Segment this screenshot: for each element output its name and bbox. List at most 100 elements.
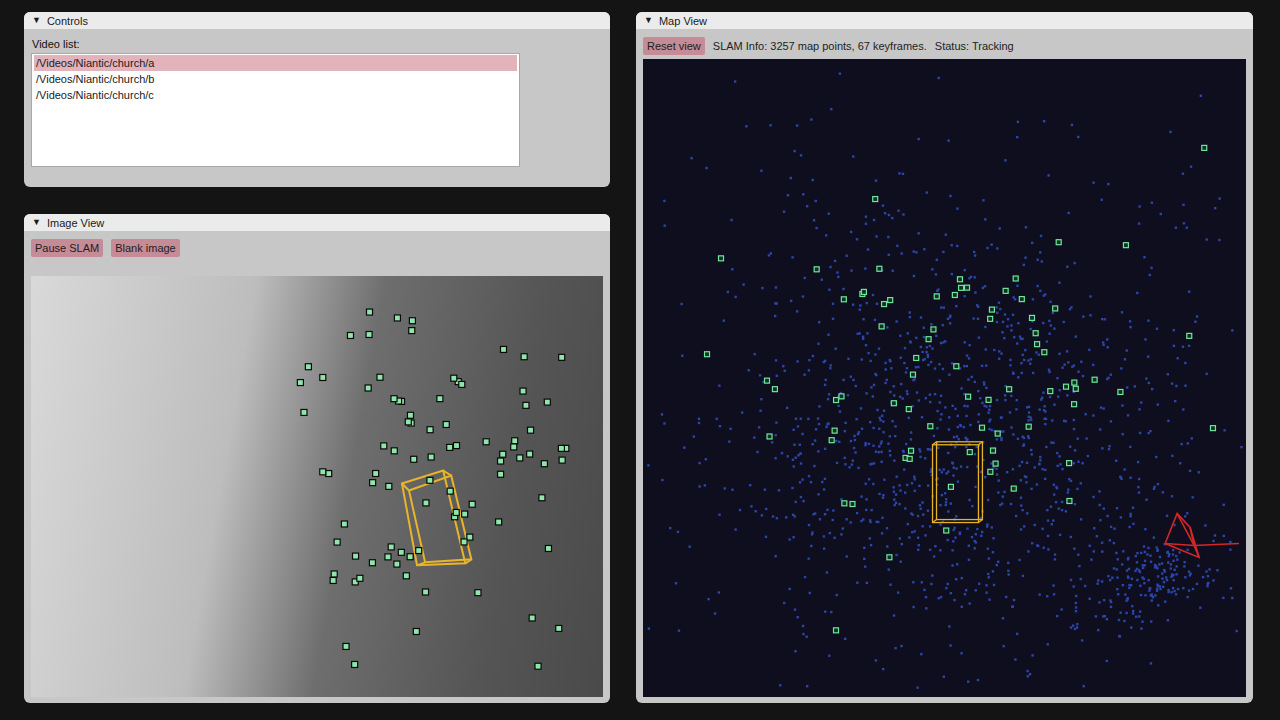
map-point <box>818 321 820 323</box>
map-point <box>926 346 928 348</box>
map-point <box>1023 264 1025 266</box>
map-point <box>1092 496 1094 498</box>
map-point <box>782 365 784 367</box>
map-point <box>808 475 810 477</box>
video-list[interactable]: /Videos/Niantic/church/a/Videos/Niantic/… <box>31 53 520 167</box>
map-point <box>1080 578 1082 580</box>
map-point <box>807 557 809 559</box>
feature-point <box>521 354 527 360</box>
map-point <box>814 512 816 514</box>
map-point <box>850 440 852 442</box>
map-point <box>952 474 954 476</box>
map-point <box>980 535 982 537</box>
map-point <box>1015 408 1017 410</box>
map-point <box>995 306 997 308</box>
toolbar-button[interactable]: Blank image <box>111 239 180 257</box>
map-point <box>1000 352 1002 354</box>
map-point <box>765 508 767 510</box>
map-point <box>1097 579 1099 581</box>
panel-header[interactable]: ▼Controls <box>24 12 610 29</box>
map-point <box>1049 396 1051 398</box>
map-point <box>1052 442 1054 444</box>
map-point <box>1099 504 1101 506</box>
map-point <box>951 462 953 464</box>
panel-header[interactable]: ▼Map View <box>636 12 1253 29</box>
map-point <box>1159 556 1161 558</box>
anchor-box <box>933 442 983 523</box>
map-point <box>1045 446 1047 448</box>
video-list-item[interactable]: /Videos/Niantic/church/c <box>34 87 517 103</box>
map-point <box>781 452 783 454</box>
map-point <box>1073 547 1075 549</box>
feature-point <box>409 318 415 324</box>
map-point <box>965 415 967 417</box>
map-point <box>1021 509 1023 511</box>
map-point <box>895 554 897 556</box>
map-point <box>823 488 825 490</box>
feature-point <box>512 438 518 444</box>
map-point <box>802 625 804 627</box>
map-point <box>917 366 919 368</box>
map-point <box>1007 318 1009 320</box>
map-point <box>698 462 700 464</box>
map-point <box>888 568 890 570</box>
map-point <box>1048 320 1050 322</box>
map-point <box>1087 455 1089 457</box>
map-point <box>1006 325 1008 327</box>
map-point <box>974 453 976 455</box>
map-point <box>1157 575 1159 577</box>
map-point <box>1189 574 1191 576</box>
map-canvas[interactable] <box>643 59 1246 697</box>
map-point <box>825 426 827 428</box>
feature-point <box>386 483 392 489</box>
video-list-item[interactable]: /Videos/Niantic/church/b <box>34 71 517 87</box>
map-point <box>678 629 680 631</box>
left-column: ▼ControlsVideo list:/Videos/Niantic/chur… <box>24 12 610 703</box>
map-point <box>813 465 815 467</box>
map-point <box>1076 488 1078 490</box>
map-point <box>890 367 892 369</box>
map-point <box>1052 584 1054 586</box>
collapse-icon[interactable]: ▼ <box>644 16 653 25</box>
map-point <box>973 547 975 549</box>
map-point <box>946 539 948 541</box>
tracked-point <box>719 256 724 261</box>
map-point <box>1093 527 1095 529</box>
map-toolbar: Reset viewSLAM Info: 3257 map points, 67… <box>643 37 1246 55</box>
reset-view-button[interactable]: Reset view <box>643 37 705 55</box>
map-point <box>796 124 798 126</box>
map-point <box>1013 599 1015 601</box>
map-point <box>887 236 889 238</box>
map-point <box>1082 375 1084 377</box>
app: ▼ControlsVideo list:/Videos/Niantic/chur… <box>0 0 1280 720</box>
tracked-point <box>1072 380 1077 385</box>
map-point <box>1051 419 1053 421</box>
map-point <box>779 684 781 686</box>
video-list-item[interactable]: /Videos/Niantic/church/a <box>34 55 517 71</box>
map-point <box>1116 568 1118 570</box>
collapse-icon[interactable]: ▼ <box>32 16 41 25</box>
map-point <box>1029 416 1031 418</box>
map-point <box>886 326 888 328</box>
panel-header[interactable]: ▼Image View <box>24 214 610 231</box>
feature-point <box>365 385 371 391</box>
map-canvas-frame[interactable] <box>643 59 1246 697</box>
map-point <box>1010 329 1012 331</box>
map-point <box>945 472 947 474</box>
map-point <box>784 370 786 372</box>
map-point <box>847 358 849 360</box>
map-point <box>873 219 875 221</box>
toolbar-button[interactable]: Pause SLAM <box>31 239 103 257</box>
map-point <box>1117 593 1119 595</box>
feature-point <box>334 539 340 545</box>
map-point <box>986 523 988 525</box>
map-point <box>819 518 821 520</box>
map-point <box>1144 551 1146 553</box>
collapse-icon[interactable]: ▼ <box>32 218 41 227</box>
map-point <box>963 426 965 428</box>
map-point <box>953 527 955 529</box>
map-point <box>728 440 730 442</box>
map-point <box>1030 449 1032 451</box>
map-point <box>929 345 931 347</box>
map-point <box>947 510 949 512</box>
